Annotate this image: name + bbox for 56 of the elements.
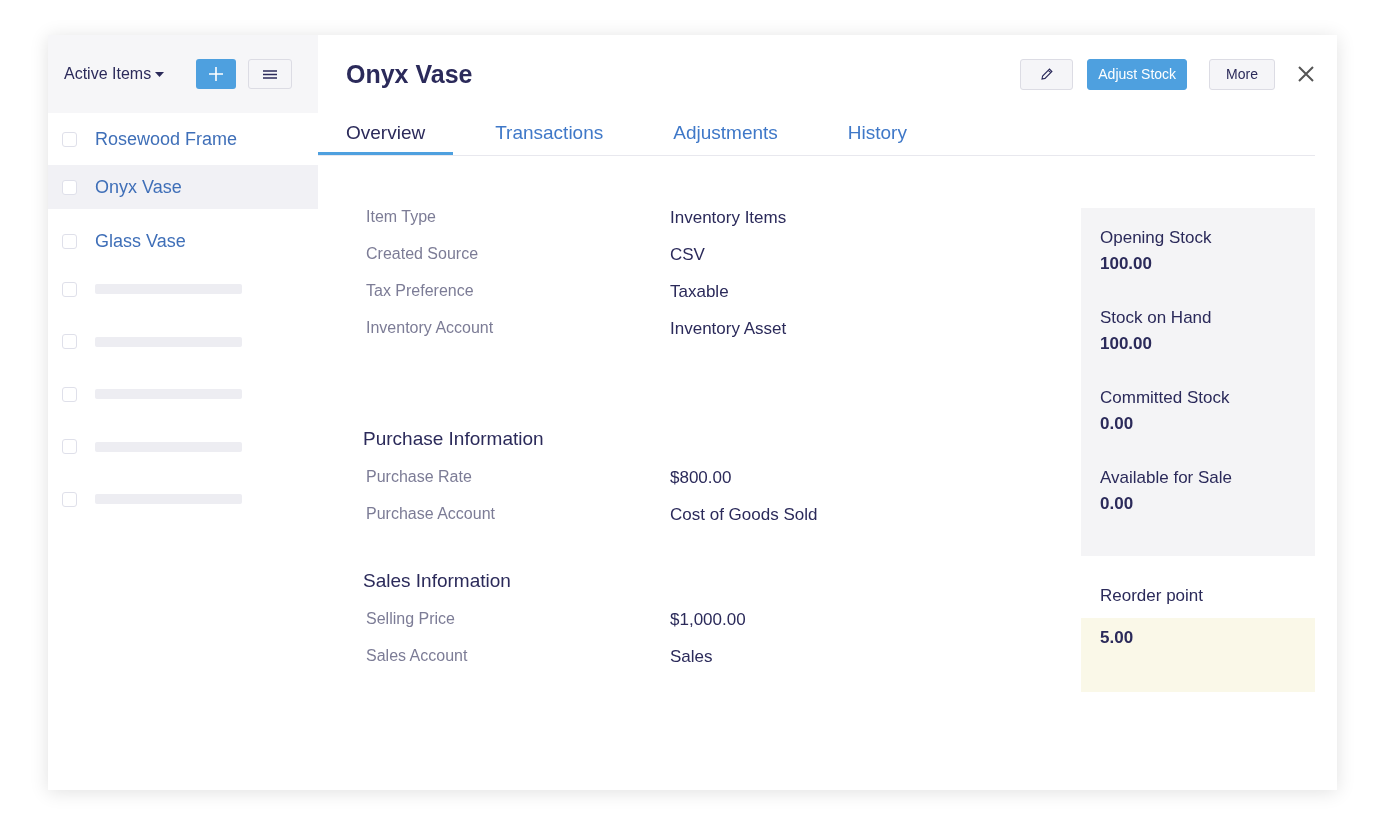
field-value: Inventory Asset bbox=[670, 319, 787, 340]
tab[interactable]: Overview bbox=[318, 113, 454, 155]
field-value: $1,000.00 bbox=[670, 610, 746, 631]
stock-label: Available for Sale bbox=[1100, 468, 1233, 488]
stock-value: 0.00 bbox=[1100, 414, 1135, 434]
field-label: Selling Price bbox=[366, 610, 456, 629]
item-title: Onyx Vase bbox=[346, 59, 473, 89]
checkbox[interactable] bbox=[62, 491, 77, 507]
field-value: Sales bbox=[670, 647, 713, 668]
tab[interactable]: Transactions bbox=[467, 113, 632, 155]
item-name: Rosewood Frame bbox=[95, 128, 238, 150]
menu-button[interactable] bbox=[248, 59, 293, 89]
field-label: Purchase Rate bbox=[366, 468, 473, 487]
stock-value: 100.00 bbox=[1100, 254, 1153, 274]
item-list-row[interactable]: Onyx Vase bbox=[48, 165, 318, 209]
reorder-label: Reorder point bbox=[1099, 585, 1204, 607]
tab[interactable]: History bbox=[819, 113, 935, 155]
field-value: CSV bbox=[670, 245, 705, 266]
field-label: Inventory Account bbox=[366, 319, 495, 338]
field-label: Purchase Account bbox=[366, 505, 496, 524]
field-value: Cost of Goods Sold bbox=[670, 505, 818, 526]
section-heading: Purchase Information bbox=[363, 428, 545, 450]
edit-button[interactable] bbox=[1020, 58, 1074, 90]
field-label: Sales Account bbox=[366, 647, 469, 666]
tab[interactable]: Adjustments bbox=[645, 113, 806, 155]
checkbox[interactable] bbox=[62, 281, 77, 297]
close-icon[interactable] bbox=[1297, 65, 1315, 83]
checkbox[interactable] bbox=[62, 334, 77, 350]
item-name: Glass Vase bbox=[95, 230, 186, 252]
more-button[interactable]: More bbox=[1209, 58, 1275, 90]
checkbox[interactable] bbox=[62, 233, 77, 249]
field-label: Created Source bbox=[366, 245, 480, 264]
field-label: Item Type bbox=[366, 208, 437, 227]
caret-icon bbox=[155, 71, 165, 77]
field-value: $800.00 bbox=[670, 468, 732, 489]
field-value: Taxable bbox=[670, 282, 729, 303]
filter-dropdown[interactable]: Active Items bbox=[64, 65, 165, 83]
adjust-stock-button[interactable]: Adjust Stock bbox=[1087, 58, 1188, 90]
reorder-value: 5.00 bbox=[1081, 618, 1315, 692]
checkbox[interactable] bbox=[62, 179, 77, 195]
field-value: Inventory Items bbox=[670, 208, 787, 229]
menu-icon bbox=[263, 69, 278, 79]
pencil-icon bbox=[1039, 67, 1054, 81]
field-label: Tax Preference bbox=[366, 282, 475, 301]
stock-label: Opening Stock bbox=[1100, 228, 1213, 248]
checkbox[interactable] bbox=[62, 131, 77, 147]
stock-label: Committed Stock bbox=[1100, 388, 1231, 408]
checkbox[interactable] bbox=[62, 386, 77, 402]
checkbox[interactable] bbox=[62, 439, 77, 455]
plus-icon bbox=[208, 66, 225, 82]
item-name: Onyx Vase bbox=[95, 176, 182, 198]
add-button[interactable] bbox=[196, 59, 237, 89]
stock-value: 0.00 bbox=[1100, 494, 1135, 514]
stock-value: 100.00 bbox=[1100, 334, 1153, 354]
section-heading: Sales Information bbox=[363, 570, 512, 592]
stock-label: Stock on Hand bbox=[1100, 308, 1213, 328]
